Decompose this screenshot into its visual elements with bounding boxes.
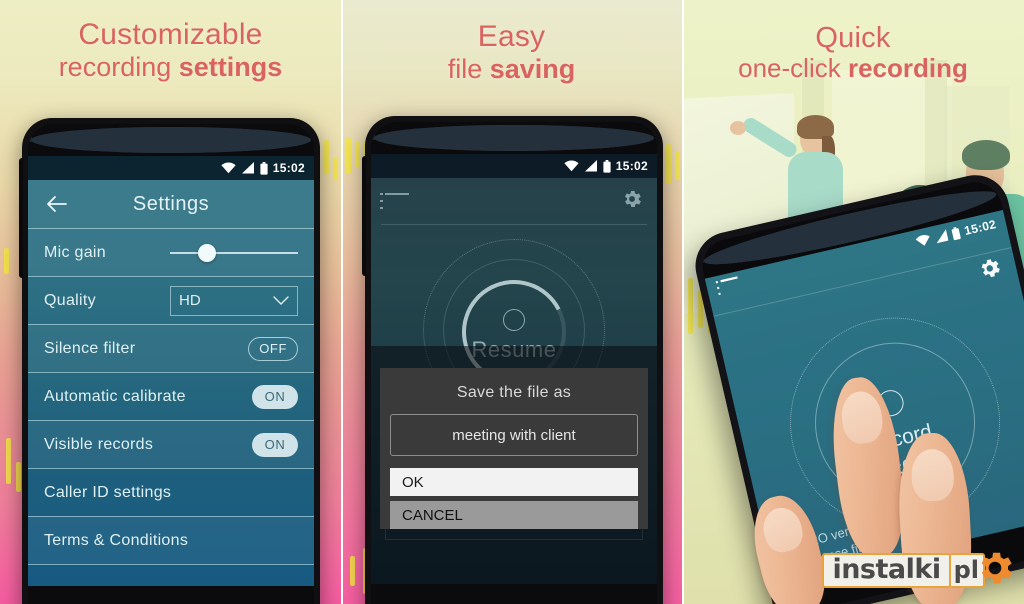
headline-line-2: recording settings xyxy=(0,52,341,82)
headline-bold-part: saving xyxy=(489,53,576,84)
settings-app-bar: Settings xyxy=(28,180,314,228)
status-bar-clock: 15:02 xyxy=(962,217,998,238)
automatic-calibrate-toggle[interactable]: ON xyxy=(252,384,298,409)
phone-device-2: 15:02 Save the file as meeting with clie… xyxy=(362,116,663,604)
settings-row-control: ON xyxy=(252,384,298,409)
panel-customizable-settings: Customizable recording settings 15:02 Se… xyxy=(0,0,341,604)
dialog-cancel-button[interactable]: CANCEL xyxy=(390,501,638,529)
settings-row-control: ON xyxy=(252,432,298,457)
headline-line-1: Easy xyxy=(477,20,546,53)
phone-device-1: 15:02 Settings Mic gain Quality HD Silen… xyxy=(19,118,320,604)
watermark-name: instalki xyxy=(832,553,941,585)
wifi-icon xyxy=(221,162,236,174)
settings-row-label: Caller ID settings xyxy=(44,483,172,501)
record-circle-icon xyxy=(503,309,525,331)
watermark-name-box: instalki xyxy=(822,552,951,589)
index-finger xyxy=(825,373,911,561)
page-title: Settings xyxy=(132,192,210,215)
mic-gain-slider[interactable] xyxy=(170,243,298,262)
settings-row-automatic-calibrate[interactable]: Automatic calibrate ON xyxy=(28,372,314,420)
recorder-top-bar xyxy=(371,178,657,224)
headline-bold-part: settings xyxy=(178,51,283,82)
panel-headline: Quick one-click recording xyxy=(682,22,1024,84)
gear-icon[interactable] xyxy=(975,254,1005,288)
settings-rows-list: Mic gain Quality HD Silence filter OFF A… xyxy=(28,228,314,586)
settings-row-terms-conditions[interactable]: Terms & Conditions xyxy=(28,516,314,564)
headline-line-2: file saving xyxy=(341,54,682,84)
settings-row-label: Visible records xyxy=(44,435,154,453)
phone-screen: 15:02 Settings Mic gain Quality HD Silen… xyxy=(28,156,314,586)
hamburger-menu-icon[interactable] xyxy=(380,192,409,210)
android-status-bar: 15:02 xyxy=(371,154,657,178)
headline-light-part: file xyxy=(447,53,490,84)
settings-row-quality[interactable]: Quality HD xyxy=(28,276,314,324)
android-status-bar: 15:02 xyxy=(28,156,314,180)
hamburger-menu-icon[interactable] xyxy=(715,275,741,296)
phone-sensor-strip xyxy=(28,124,314,156)
status-bar-clock: 15:02 xyxy=(272,161,305,175)
settings-row-control: HD xyxy=(170,285,298,316)
settings-row-label: Automatic calibrate xyxy=(44,387,186,405)
recorder-screen: Resume STOP & SAVE CANCEL Save the file … xyxy=(371,178,657,584)
panel-divider xyxy=(341,0,343,604)
panel-headline: Easy file saving xyxy=(341,20,682,84)
gear-icon[interactable] xyxy=(621,188,643,215)
iris-scanner-icon xyxy=(30,124,32,142)
wifi-icon xyxy=(564,160,579,172)
screenshot-root: Customizable recording settings 15:02 Se… xyxy=(0,0,1024,604)
fingernail xyxy=(910,447,955,503)
panel-headline: Customizable recording settings xyxy=(0,18,341,82)
phone-bezel: 15:02 Settings Mic gain Quality HD Silen… xyxy=(28,124,314,604)
wifi-icon xyxy=(915,235,930,246)
settings-row-caller-id[interactable]: Caller ID settings xyxy=(28,468,314,516)
settings-screen: Settings Mic gain Quality HD Silence fil… xyxy=(28,180,314,586)
panel-divider xyxy=(682,0,684,604)
iris-scanner-icon xyxy=(373,122,375,140)
fingernail xyxy=(758,503,807,556)
signal-icon xyxy=(241,162,254,174)
panel-quick-one-click-recording: Quick one-click recording 15:02 Record P… xyxy=(682,0,1024,604)
phone-screen: 15:02 Save the file as meeting with clie… xyxy=(371,154,657,584)
signal-icon xyxy=(936,229,949,244)
dialog-title: Save the file as xyxy=(456,384,572,401)
silence-filter-toggle[interactable]: OFF xyxy=(248,336,298,361)
quality-dropdown-value: HD xyxy=(179,292,201,309)
file-name-input[interactable]: meeting with client xyxy=(390,414,638,456)
back-arrow-icon[interactable] xyxy=(44,191,70,217)
battery-icon xyxy=(260,161,268,175)
settings-row-label: Quality xyxy=(44,291,96,309)
save-file-dialog: Save the file as meeting with client OK … xyxy=(380,368,648,529)
settings-row-label: Mic gain xyxy=(44,243,106,261)
settings-row-mic-gain[interactable]: Mic gain xyxy=(28,228,314,276)
phone-sensor-strip xyxy=(371,122,657,154)
headline-light-part: recording xyxy=(58,51,179,82)
settings-row-label: Silence filter xyxy=(44,339,136,357)
settings-row-empty[interactable] xyxy=(28,564,314,586)
gear-icon xyxy=(974,547,1016,594)
settings-row-silence-filter[interactable]: Silence filter OFF xyxy=(28,324,314,372)
headline-light-part: one-click xyxy=(738,53,848,84)
dialog-ok-button[interactable]: OK xyxy=(390,468,638,496)
headline-bold-part: recording xyxy=(847,53,968,84)
settings-row-control: OFF xyxy=(248,336,298,361)
headline-line-2: one-click recording xyxy=(682,54,1024,83)
slider-track xyxy=(170,251,298,254)
status-bar-clock: 15:02 xyxy=(615,159,648,173)
instalki-watermark: instalki pl xyxy=(822,547,1016,594)
panel-easy-file-saving: Easy file saving 15:02 Save the file as … xyxy=(341,0,682,604)
battery-icon xyxy=(951,226,961,240)
settings-row-control xyxy=(170,243,298,262)
headline-line-1: Customizable xyxy=(78,18,263,51)
fingernail xyxy=(838,389,885,446)
quality-dropdown[interactable]: HD xyxy=(170,285,298,316)
battery-icon xyxy=(603,159,611,173)
settings-row-label: Terms & Conditions xyxy=(44,531,189,549)
headline-line-1: Quick xyxy=(815,22,891,54)
phone-bezel: 15:02 Save the file as meeting with clie… xyxy=(371,122,657,604)
slider-knob[interactable] xyxy=(198,243,216,262)
visible-records-toggle[interactable]: ON xyxy=(252,432,298,457)
chevron-down-icon xyxy=(273,295,289,305)
settings-row-visible-records[interactable]: Visible records ON xyxy=(28,420,314,468)
signal-icon xyxy=(584,160,597,172)
